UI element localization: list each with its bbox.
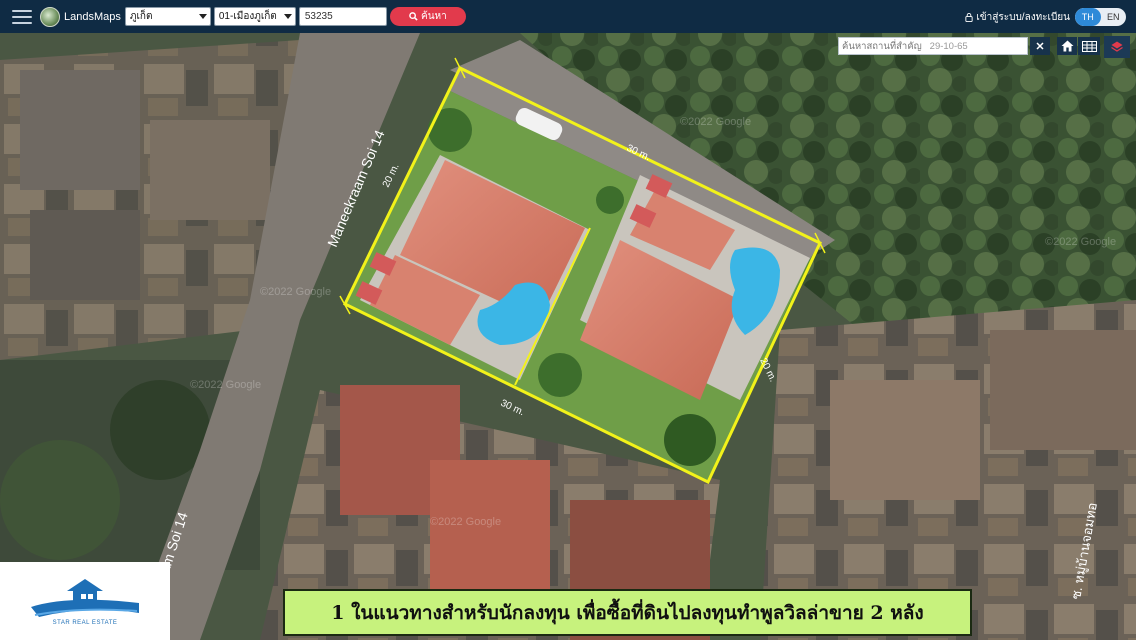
globe-icon <box>40 6 60 27</box>
app-logo[interactable]: LandsMaps <box>40 6 121 27</box>
map-watermark: ©2022 Google <box>680 116 751 128</box>
grid-icon <box>1081 40 1097 52</box>
parcel-number-input[interactable]: 53235 <box>298 7 387 26</box>
map-watermark: ©2022 Google <box>1045 236 1116 248</box>
caption-text: 1 ในแนวทางสำหรับนักลงทุน เพื่อซื้อที่ดิน… <box>331 601 924 624</box>
map-watermark: ©2022 Google <box>260 286 331 298</box>
house-logo-icon <box>31 578 139 617</box>
hamburger-icon[interactable] <box>12 9 32 24</box>
map-watermark: ©2022 Google <box>430 516 501 528</box>
lang-th-button[interactable]: TH <box>1075 8 1101 26</box>
search-icon <box>409 12 418 21</box>
close-icon <box>1036 42 1044 50</box>
top-navigation-bar: LandsMaps ภูเก็ต 01-เมืองภูเก็ต 53235 ค้… <box>0 0 1136 33</box>
layers-button[interactable] <box>1104 36 1130 58</box>
brand-name: STAR REAL ESTATE <box>52 619 118 626</box>
lock-icon <box>965 13 973 22</box>
province-select[interactable]: ภูเก็ต <box>124 7 211 26</box>
language-toggle[interactable]: TH EN <box>1075 8 1126 26</box>
home-icon <box>1061 40 1073 52</box>
search-button-label: ค้นหา <box>421 11 447 22</box>
landmark-search-placeholder: ค้นหาสถานที่สำคัญ <box>842 40 922 52</box>
lang-en-button[interactable]: EN <box>1101 8 1127 26</box>
caption-banner: 1 ในแนวทางสำหรับนักลงทุน เพื่อซื้อที่ดิน… <box>283 589 972 636</box>
district-select[interactable]: 01-เมืองภูเก็ต <box>213 7 296 26</box>
login-link[interactable]: เข้าสู่ระบบ/ลงทะเบียน <box>965 10 1070 25</box>
clear-search-button[interactable] <box>1030 37 1050 55</box>
landmark-search-value: 29-10-65 <box>929 40 968 52</box>
parcel-grid-button[interactable] <box>1078 37 1100 55</box>
map-viewport[interactable]: 30 m. 30 m. 20 m. 20 m. Maneekraam Soi 1… <box>0 33 1136 640</box>
app-name: LandsMaps <box>64 10 121 23</box>
chevron-down-icon <box>283 14 292 19</box>
chevron-down-icon <box>198 14 207 19</box>
parcel-number-value: 53235 <box>304 11 333 22</box>
home-button[interactable] <box>1057 37 1077 55</box>
login-link-label: เข้าสู่ระบบ/ลงทะเบียน <box>976 12 1070 23</box>
landmark-search-input[interactable]: ค้นหาสถานที่สำคัญ 29-10-65 <box>838 37 1028 55</box>
layers-icon <box>1111 41 1123 52</box>
province-select-value: ภูเก็ต <box>129 11 153 22</box>
brand-logo: STAR REAL ESTATE <box>0 562 170 640</box>
satellite-map[interactable]: 30 m. 30 m. 20 m. 20 m. Maneekraam Soi 1… <box>0 33 1136 640</box>
search-button[interactable]: ค้นหา <box>389 7 466 26</box>
district-select-value: 01-เมืองภูเก็ต <box>218 11 277 22</box>
map-watermark: ©2022 Google <box>190 379 261 391</box>
